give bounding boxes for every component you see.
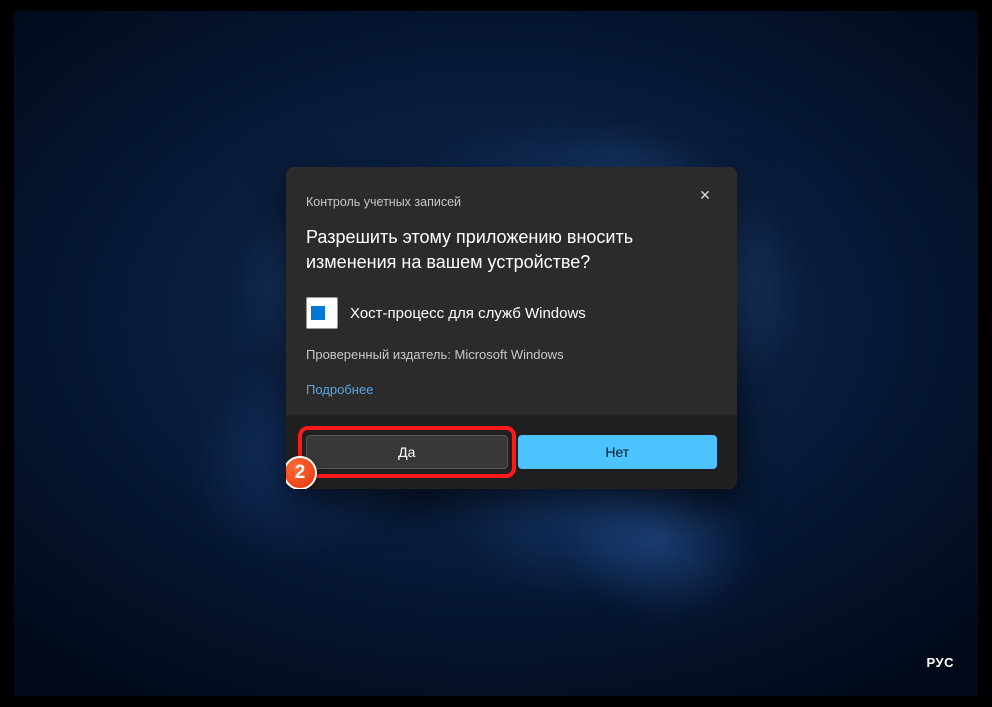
uac-prompt-text: Разрешить этому приложению вносить измен… — [306, 225, 717, 275]
language-indicator[interactable]: РУС — [927, 655, 954, 670]
close-button[interactable]: ✕ — [693, 183, 717, 207]
app-icon — [306, 297, 338, 329]
close-icon: ✕ — [699, 187, 711, 204]
publisher-info: Проверенный издатель: Microsoft Windows — [306, 347, 717, 362]
desktop-container: Контроль учетных записей ✕ Разрешить это… — [0, 0, 992, 707]
step-badge: 2 — [286, 456, 317, 489]
dialog-header: Контроль учетных записей ✕ — [286, 167, 737, 217]
desktop-wallpaper: Контроль учетных записей ✕ Разрешить это… — [14, 11, 978, 696]
uac-dialog: Контроль учетных записей ✕ Разрешить это… — [286, 167, 737, 489]
yes-button[interactable]: Да — [306, 435, 508, 469]
app-name: Хост-процесс для служб Windows — [350, 305, 586, 322]
dialog-footer: Да Нет 2 — [286, 415, 737, 489]
show-more-link[interactable]: Подробнее — [306, 382, 717, 397]
dialog-body: Разрешить этому приложению вносить измен… — [286, 217, 737, 415]
app-info-row: Хост-процесс для служб Windows — [306, 297, 717, 329]
no-button[interactable]: Нет — [518, 435, 718, 469]
dialog-title: Контроль учетных записей — [306, 183, 461, 209]
